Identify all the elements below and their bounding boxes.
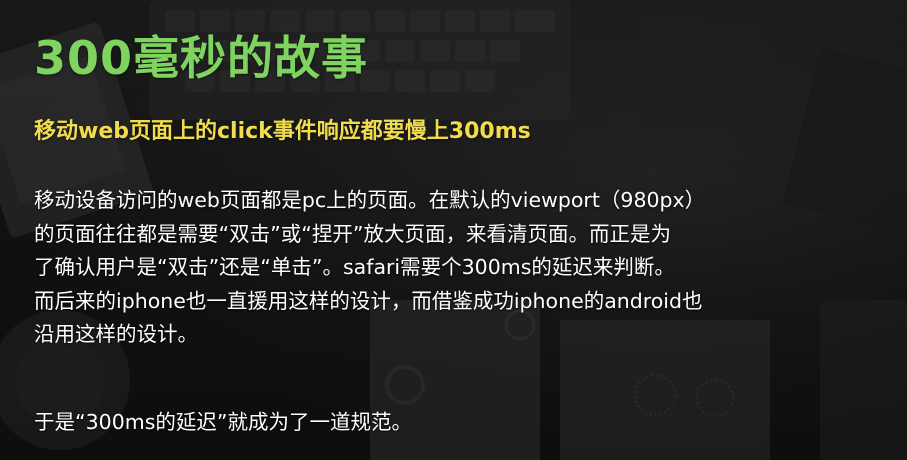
body-line: 而后来的iphone也一直援用这样的设计，而借鉴成功iphone的android… bbox=[34, 288, 703, 313]
body-line: 沿用这样的设计。 bbox=[34, 322, 198, 346]
conclusion-text: 于是“300ms的延迟”就成为了一道规范。 bbox=[34, 410, 413, 434]
slide-title: 300毫秒的故事 bbox=[34, 31, 369, 85]
body-line: 了确认用户是“双击”还是“单击”。safari需要个300ms的延迟来判断。 bbox=[34, 255, 675, 279]
body-line: 移动设备访问的web页面都是pc上的页面。在默认的viewport（980px） bbox=[34, 188, 706, 212]
body-line: 的页面往往都是需要“双击”或“捏开”放大页面，来看清页面。而正是为 bbox=[34, 221, 671, 246]
body-paragraph: 移动设备访问的web页面都是pc上的页面。在默认的viewport（980px）… bbox=[34, 184, 894, 352]
slide-subtitle: 移动web页面上的click事件响应都要慢上300ms bbox=[34, 119, 531, 144]
slide: 300毫秒的故事 移动web页面上的click事件响应都要慢上300ms 移动设… bbox=[0, 0, 907, 460]
